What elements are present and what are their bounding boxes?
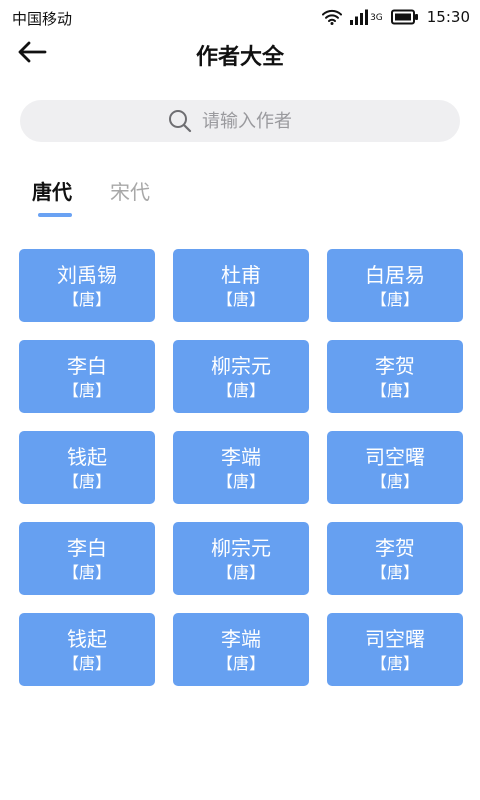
author-card[interactable]: 钱起 【唐】	[19, 431, 155, 504]
author-dynasty: 【唐】	[62, 653, 111, 673]
search-icon	[168, 109, 192, 133]
author-dynasty: 【唐】	[62, 380, 111, 400]
author-name: 李端	[221, 444, 261, 469]
author-card[interactable]: 刘禹锡 【唐】	[19, 249, 155, 322]
author-card[interactable]: 白居易 【唐】	[327, 249, 463, 322]
author-card[interactable]: 司空曙 【唐】	[327, 431, 463, 504]
author-dynasty: 【唐】	[370, 653, 419, 673]
author-card[interactable]: 柳宗元 【唐】	[173, 340, 309, 413]
status-bar: 中国移动 3G 15:30	[0, 0, 480, 34]
author-name: 白居易	[365, 262, 425, 287]
author-name: 司空曙	[365, 444, 425, 469]
author-name: 钱起	[67, 444, 107, 469]
author-card[interactable]: 柳宗元 【唐】	[173, 522, 309, 595]
author-name: 刘禹锡	[57, 262, 117, 287]
author-name: 司空曙	[365, 626, 425, 651]
battery-icon	[390, 9, 419, 25]
cellular-status: 3G	[350, 9, 383, 25]
search-input[interactable]	[202, 110, 312, 132]
status-icons: 3G 15:30	[322, 6, 470, 28]
author-dynasty: 【唐】	[370, 289, 419, 309]
author-name: 李贺	[375, 353, 415, 378]
signal-icon	[350, 9, 369, 25]
carrier-name: 中国移动	[12, 10, 73, 28]
page-title: 作者大全	[195, 45, 284, 70]
author-card[interactable]: 李贺 【唐】	[327, 522, 463, 595]
author-card[interactable]: 李端 【唐】	[173, 431, 309, 504]
author-name: 钱起	[67, 626, 107, 651]
author-name: 李贺	[375, 535, 415, 560]
author-dynasty: 【唐】	[370, 562, 419, 582]
author-name: 杜甫	[221, 262, 261, 287]
author-name: 柳宗元	[211, 535, 271, 560]
author-grid: 刘禹锡 【唐】 杜甫 【唐】 白居易 【唐】 李白 【唐】 柳宗元 【唐】 李贺 【唐】 钱…	[19, 249, 463, 686]
author-card[interactable]: 杜甫 【唐】	[173, 249, 309, 322]
author-dynasty: 【唐】	[370, 471, 419, 491]
author-card[interactable]: 钱起 【唐】	[19, 613, 155, 686]
author-dynasty: 【唐】	[216, 380, 265, 400]
author-dynasty: 【唐】	[216, 471, 265, 491]
author-dynasty: 【唐】	[370, 380, 419, 400]
author-name: 柳宗元	[211, 353, 271, 378]
network-type: 3G	[370, 13, 383, 23]
tab-song[interactable]: 宋代	[110, 176, 150, 205]
author-card[interactable]: 李白 【唐】	[19, 340, 155, 413]
header: 作者大全	[0, 34, 480, 74]
author-card[interactable]: 李贺 【唐】	[327, 340, 463, 413]
author-dynasty: 【唐】	[216, 289, 265, 309]
search-box[interactable]	[20, 100, 460, 142]
author-card[interactable]: 司空曙 【唐】	[327, 613, 463, 686]
author-name: 李端	[221, 626, 261, 651]
author-card[interactable]: 李端 【唐】	[173, 613, 309, 686]
author-dynasty: 【唐】	[62, 471, 111, 491]
wifi-icon	[322, 9, 343, 25]
author-dynasty: 【唐】	[216, 562, 265, 582]
active-tab-indicator	[38, 213, 72, 217]
author-dynasty: 【唐】	[216, 653, 265, 673]
author-dynasty: 【唐】	[62, 289, 111, 309]
tab-tang[interactable]: 唐代	[32, 176, 72, 205]
clock: 15:30	[426, 8, 470, 26]
author-name: 李白	[67, 535, 107, 560]
author-name: 李白	[67, 353, 107, 378]
author-card[interactable]: 李白 【唐】	[19, 522, 155, 595]
author-dynasty: 【唐】	[62, 562, 111, 582]
